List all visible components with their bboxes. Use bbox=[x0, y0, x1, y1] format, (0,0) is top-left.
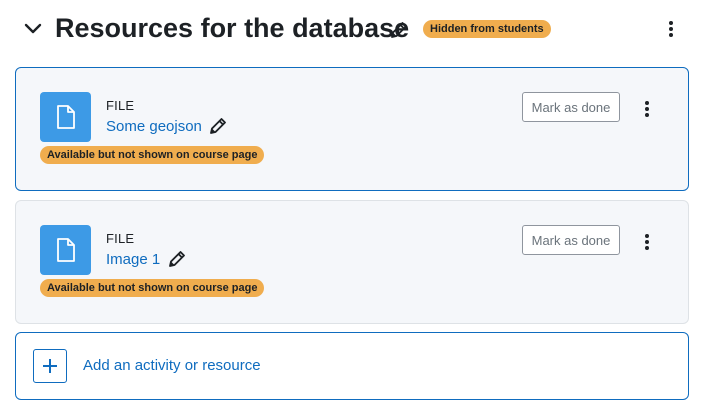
activity-card: FILE Some geojson Available but not show… bbox=[15, 67, 689, 191]
activity-type-label: FILE bbox=[106, 231, 135, 246]
add-activity-button[interactable]: Add an activity or resource bbox=[15, 332, 689, 400]
availability-badge: Available but not shown on course page bbox=[40, 279, 265, 297]
activity-menu-kebab-icon[interactable] bbox=[637, 97, 657, 121]
pencil-icon[interactable] bbox=[208, 116, 228, 136]
availability-badge: Available but not shown on course page bbox=[40, 146, 265, 164]
mark-as-done-button[interactable]: Mark as done bbox=[522, 225, 620, 255]
activity-card: FILE Image 1 Available but not shown on … bbox=[15, 200, 689, 324]
file-icon bbox=[40, 92, 91, 142]
activity-type-label: FILE bbox=[106, 98, 135, 113]
pencil-icon[interactable] bbox=[389, 20, 409, 40]
activity-menu-kebab-icon[interactable] bbox=[637, 230, 657, 254]
file-icon bbox=[40, 225, 91, 275]
add-activity-label: Add an activity or resource bbox=[83, 357, 261, 374]
section-header: Resources for the database Hidden from s… bbox=[0, 0, 709, 58]
pencil-icon[interactable] bbox=[167, 249, 187, 269]
section-title: Resources for the database bbox=[55, 13, 410, 43]
activity-name-link[interactable]: Image 1 bbox=[106, 251, 160, 268]
mark-as-done-button[interactable]: Mark as done bbox=[522, 92, 620, 122]
hidden-from-students-badge: Hidden from students bbox=[423, 20, 551, 38]
chevron-down-icon[interactable] bbox=[22, 18, 44, 40]
activity-name-link[interactable]: Some geojson bbox=[106, 118, 202, 135]
section-menu-kebab-icon[interactable] bbox=[661, 17, 681, 41]
plus-icon bbox=[33, 349, 67, 383]
